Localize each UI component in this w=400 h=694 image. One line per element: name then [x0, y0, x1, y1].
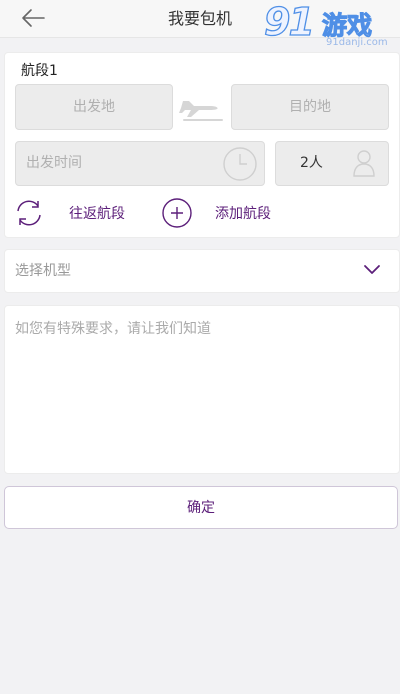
- add-segment-button[interactable]: 添加航段: [161, 195, 291, 229]
- clock-icon: [223, 147, 257, 181]
- plane-icon: [179, 101, 223, 121]
- segment-title: 航段1: [21, 63, 58, 79]
- destination-field[interactable]: 目的地: [231, 84, 389, 130]
- aircraft-type-select[interactable]: 选择机型: [4, 249, 400, 293]
- segment-card: 航段1 出发地 目的地 出发时间 2人 往返航段 添加航段: [4, 52, 400, 238]
- watermark-logo: 91 游戏 91danji.com: [263, 0, 394, 50]
- round-trip-button[interactable]: 往返航段: [13, 195, 143, 229]
- round-trip-label: 往返航段: [69, 206, 125, 222]
- departure-time-placeholder: 出发时间: [26, 155, 82, 171]
- passenger-count-field[interactable]: 2人: [275, 141, 389, 186]
- special-requirements-input[interactable]: [5, 306, 399, 473]
- confirm-button[interactable]: 确定: [4, 486, 398, 529]
- departure-field[interactable]: 出发地: [15, 84, 173, 130]
- watermark-url: 91danji.com: [326, 37, 388, 48]
- aircraft-type-placeholder: 选择机型: [15, 263, 71, 279]
- plus-circle-icon: [162, 198, 192, 228]
- person-icon: [353, 150, 375, 177]
- top-bar: 我要包机 91 游戏 91danji.com: [0, 0, 400, 48]
- requirements-card: [4, 305, 400, 474]
- add-segment-label: 添加航段: [215, 206, 271, 222]
- chevron-down-icon: [364, 265, 380, 274]
- swap-cycle-icon: [17, 200, 41, 226]
- passenger-count: 2人: [300, 155, 323, 171]
- departure-time-field[interactable]: 出发时间: [15, 141, 265, 186]
- watermark-number: 91: [263, 0, 315, 45]
